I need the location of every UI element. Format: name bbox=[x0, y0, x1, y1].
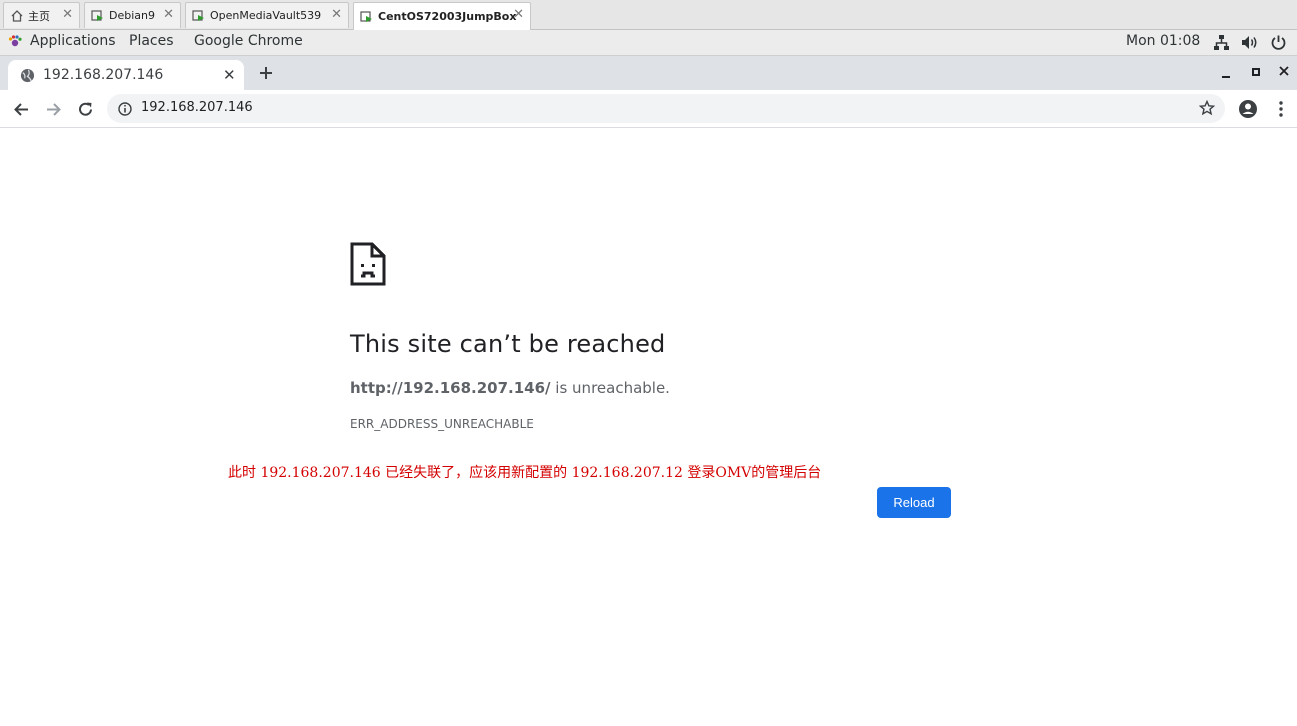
window-close-icon[interactable] bbox=[1278, 65, 1290, 81]
close-icon[interactable]: ✕ bbox=[62, 7, 73, 22]
vm-tab-home[interactable]: 主页 ✕ bbox=[3, 2, 80, 28]
error-title: This site can’t be reached bbox=[350, 330, 666, 358]
home-icon bbox=[10, 9, 24, 23]
browser-toolbar: 192.168.207.146 bbox=[0, 90, 1297, 128]
back-arrow-icon[interactable] bbox=[8, 96, 34, 122]
vm-tab-debian9[interactable]: Debian9 ✕ bbox=[84, 2, 181, 28]
forward-arrow-icon[interactable] bbox=[40, 96, 66, 122]
kebab-menu-icon[interactable] bbox=[1268, 96, 1294, 122]
gnome-foot-icon bbox=[7, 34, 23, 54]
error-desc-suffix: is unreachable. bbox=[550, 379, 670, 397]
close-icon[interactable]: ✕ bbox=[163, 7, 174, 22]
gnome-top-bar: Applications Places Google Chrome Mon 01… bbox=[0, 30, 1297, 56]
vm-icon bbox=[360, 10, 374, 24]
places-menu[interactable]: Places bbox=[129, 33, 174, 49]
tab-close-icon[interactable]: ✕ bbox=[223, 66, 236, 84]
close-icon[interactable]: ✕ bbox=[513, 7, 524, 22]
globe-icon bbox=[20, 68, 35, 87]
new-tab-plus-icon[interactable] bbox=[258, 61, 274, 87]
annotation-note: 此时 192.168.207.146 已经失联了，应该用新配置的 192.168… bbox=[228, 465, 822, 481]
sad-document-icon bbox=[350, 242, 386, 290]
error-code: ERR_ADDRESS_UNREACHABLE bbox=[350, 417, 534, 431]
error-host: http://192.168.207.146/ bbox=[350, 379, 551, 397]
address-bar[interactable]: 192.168.207.146 bbox=[107, 94, 1225, 123]
maximize-icon[interactable] bbox=[1250, 66, 1262, 82]
vm-tab-strip: 主页 ✕ Debian9 ✕ OpenMediaVault539 ✕ CentO… bbox=[0, 0, 1297, 30]
info-icon[interactable] bbox=[118, 101, 132, 120]
vm-tab-label: CentOS72003JumpBox bbox=[378, 10, 517, 23]
vm-tab-label: Debian9 bbox=[109, 9, 155, 22]
close-icon[interactable]: ✕ bbox=[331, 7, 342, 22]
vm-tab-openmediavault539[interactable]: OpenMediaVault539 ✕ bbox=[185, 2, 349, 28]
chrome-tab-strip: 192.168.207.146 ✕ bbox=[0, 56, 1297, 90]
vm-icon bbox=[192, 9, 206, 23]
vm-icon bbox=[91, 9, 105, 23]
bookmark-star-icon[interactable] bbox=[1198, 99, 1216, 120]
browser-tab[interactable]: 192.168.207.146 ✕ bbox=[8, 60, 244, 90]
app-menu[interactable]: Google Chrome bbox=[194, 33, 303, 49]
url-text: 192.168.207.146 bbox=[141, 100, 253, 115]
profile-avatar-icon[interactable] bbox=[1235, 96, 1261, 122]
vm-tab-label: 主页 bbox=[28, 9, 50, 23]
reload-button[interactable]: Reload bbox=[877, 487, 951, 518]
power-icon[interactable] bbox=[1270, 34, 1287, 55]
vm-tab-label: OpenMediaVault539 bbox=[210, 9, 322, 22]
clock[interactable]: Mon 01:08 bbox=[1126, 33, 1200, 49]
tab-title: 192.168.207.146 bbox=[43, 67, 164, 83]
error-description: http://192.168.207.146/ is unreachable. bbox=[350, 379, 670, 397]
applications-menu[interactable]: Applications bbox=[30, 33, 116, 49]
volume-icon[interactable] bbox=[1241, 34, 1259, 55]
vm-tab-centos72003jumpbox[interactable]: CentOS72003JumpBox ✕ bbox=[353, 2, 531, 30]
reload-icon[interactable] bbox=[72, 96, 98, 122]
minimize-icon[interactable] bbox=[1220, 67, 1232, 83]
network-icon[interactable] bbox=[1213, 34, 1230, 55]
